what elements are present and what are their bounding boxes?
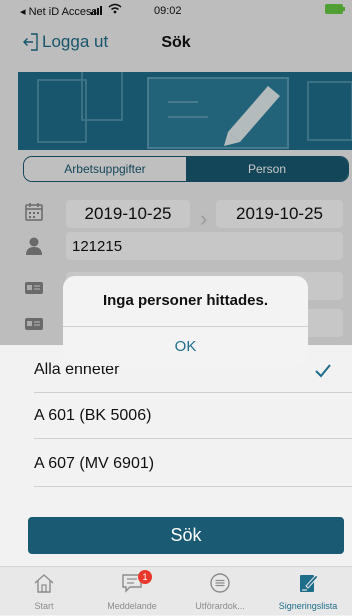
tab-meddelande[interactable]: 1 Meddelande — [88, 567, 176, 616]
list-item-unit[interactable]: A 607 (MV 6901) — [34, 455, 352, 473]
ok-button[interactable]: OK — [63, 327, 308, 366]
alert-message: Inga personer hittades. — [102, 292, 269, 309]
tab-bar: Start 1 Meddelande Utförardok... Signeri… — [0, 566, 352, 615]
list-item-unit[interactable]: A 601 (BK 5006) — [34, 407, 352, 425]
search-button[interactable]: Sök — [28, 517, 344, 554]
divider — [34, 438, 352, 439]
notification-badge: 1 — [138, 570, 152, 584]
tab-label: Signeringslista — [278, 601, 338, 611]
tab-utforardok[interactable]: Utförardok... — [176, 567, 264, 616]
document-icon — [210, 573, 230, 593]
tab-label: Start — [34, 601, 54, 611]
alert-dialog: Inga personer hittades. OK — [63, 276, 308, 366]
divider — [34, 486, 352, 487]
divider — [34, 392, 352, 393]
tab-label: Meddelande — [107, 601, 157, 611]
sign-icon — [300, 574, 319, 592]
home-icon — [34, 574, 54, 593]
checkmark-icon — [315, 364, 331, 378]
tab-signeringslista[interactable]: Signeringslista — [264, 567, 352, 616]
tab-start[interactable]: Start — [0, 567, 88, 616]
tab-label: Utförardok... — [195, 601, 245, 611]
